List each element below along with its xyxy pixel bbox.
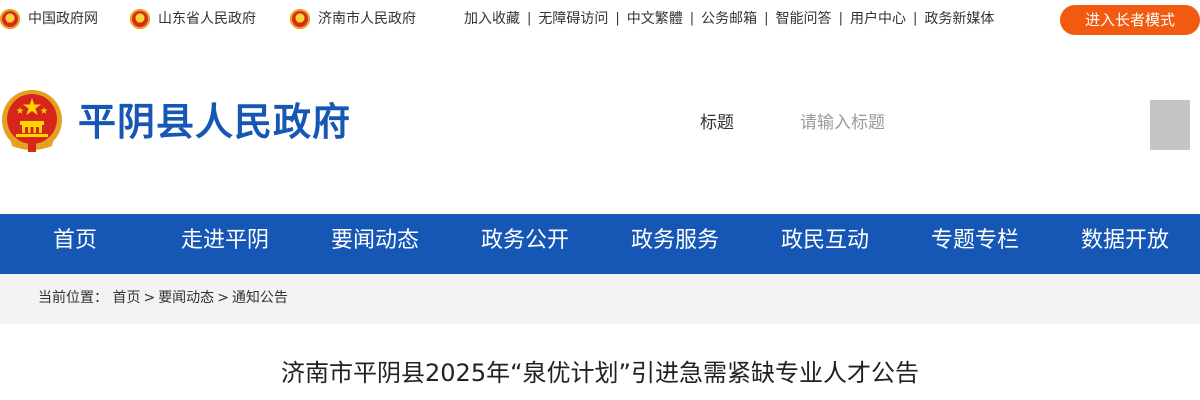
article-title: 济南市平阴县2025年“泉优计划”引进急需紧缺专业人才公告 [281,359,919,387]
national-emblem-icon [290,9,310,32]
national-emblem-icon [130,9,150,32]
gov-link-shandong[interactable]: 山东省人民政府 [130,8,256,32]
util-new-media[interactable]: 政务新媒体 [924,8,994,30]
search-input[interactable] [790,106,1150,140]
separator: | [764,11,769,26]
gov-link-label: 山东省人民政府 [158,11,256,27]
search-button[interactable] [1150,100,1190,150]
main-nav: 首页 走进平阴 要闻动态 政务公开 政务服务 政民互动 专题专栏 数据开放 [0,214,1200,274]
nav-item-about-pingyin[interactable]: 走进平阴 [150,214,300,274]
breadcrumb-separator: > [143,290,156,306]
gov-link-jinan[interactable]: 济南市人民政府 [290,8,416,32]
utility-links: 加入收藏 | 无障碍访问 | 中文繁體 | 公务邮箱 | 智能问答 | 用户中心… [464,8,994,30]
breadcrumb-item-news[interactable]: 要闻动态 [158,290,214,306]
gov-link-china[interactable]: 中国政府网 [0,8,98,32]
national-emblem-icon [2,90,62,152]
search-field-label: 标题 [700,113,734,133]
util-official-email[interactable]: 公务邮箱 [701,8,757,30]
separator: | [689,11,695,26]
top-bar: 中国政府网 山东省人民政府 济南市人民政府 加入收藏 | 无障碍访问 | 中文繁… [0,0,1200,36]
util-traditional-chinese[interactable]: 中文繁體 [627,8,683,30]
breadcrumb-separator: > [217,290,229,306]
breadcrumb-bar: 当前位置： 首页 > 要闻动态 > 通知公告 [0,274,1200,324]
breadcrumb: 当前位置： 首页 > 要闻动态 > 通知公告 [38,288,288,308]
nav-item-home[interactable]: 首页 [0,214,150,274]
nav-item-news[interactable]: 要闻动态 [300,214,450,274]
breadcrumb-item-home[interactable]: 首页 [112,290,140,306]
breadcrumb-item-notices[interactable]: 通知公告 [232,290,288,306]
site-title: 平阴县人民政府 [78,100,352,144]
nav-item-interaction[interactable]: 政民互动 [750,214,900,274]
nav-item-open-data[interactable]: 数据开放 [1050,214,1200,274]
util-accessibility[interactable]: 无障碍访问 [538,8,608,30]
nav-item-special-topics[interactable]: 专题专栏 [900,214,1050,274]
nav-item-gov-services[interactable]: 政务服务 [600,214,750,274]
separator: | [838,11,843,26]
util-add-favorite[interactable]: 加入收藏 [464,8,520,30]
separator: | [527,11,532,26]
separator: | [912,11,918,26]
breadcrumb-prefix: 当前位置： [38,290,108,306]
elder-mode-button[interactable]: 进入长者模式 [1060,5,1200,35]
national-emblem-icon [0,9,20,32]
nav-item-gov-affairs-open[interactable]: 政务公开 [450,214,600,274]
gov-link-label: 济南市人民政府 [318,11,416,27]
gov-link-label: 中国政府网 [28,11,98,27]
separator: | [615,11,620,26]
util-user-center[interactable]: 用户中心 [850,8,906,30]
util-smart-qa[interactable]: 智能问答 [776,8,832,30]
